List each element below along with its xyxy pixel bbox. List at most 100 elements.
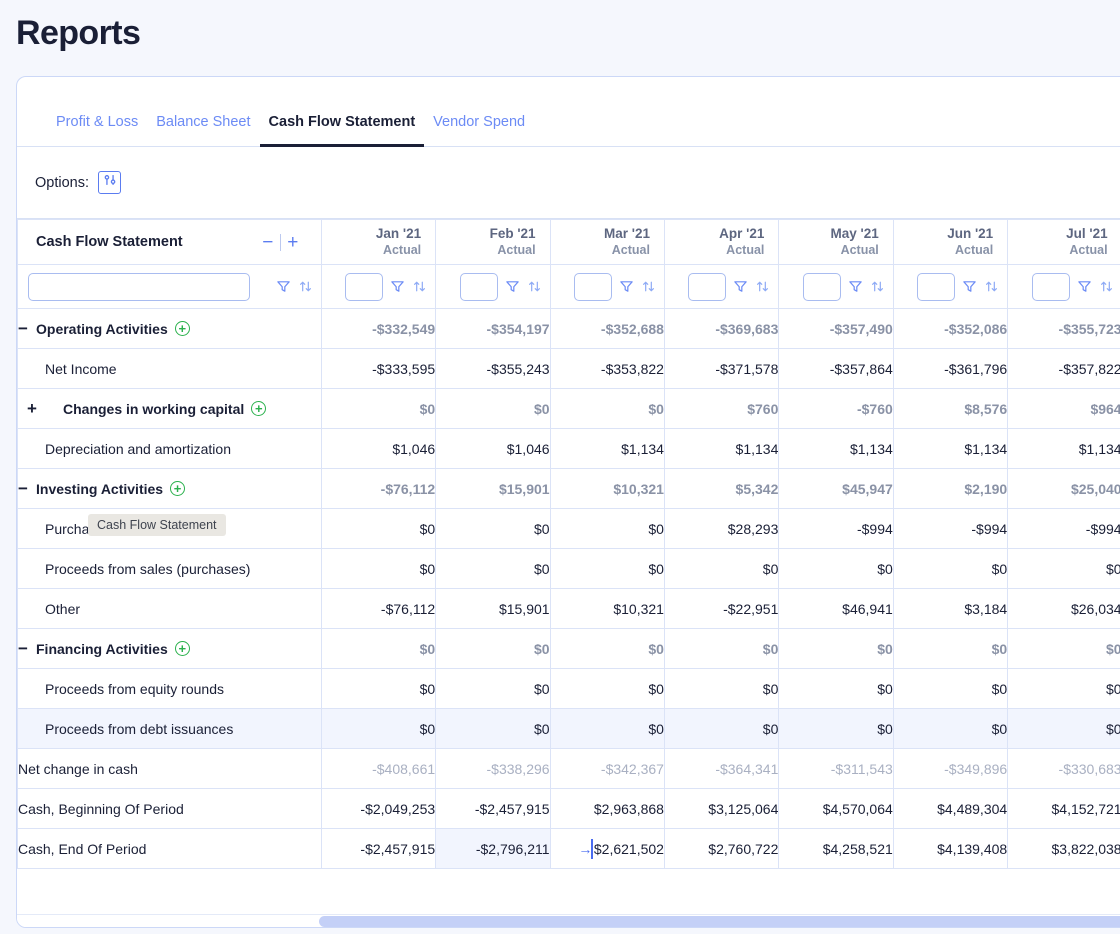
collapse-depth-button[interactable]: −	[256, 233, 280, 252]
row-label-cell[interactable]: Net change in cash	[18, 749, 322, 789]
value-cell[interactable]: $45,947	[779, 469, 893, 509]
value-cell[interactable]: $0	[550, 389, 664, 429]
value-cell[interactable]: -$76,112	[321, 589, 435, 629]
value-cell[interactable]: -$760	[779, 389, 893, 429]
value-cell[interactable]: $15,901	[436, 469, 550, 509]
search-input[interactable]	[28, 273, 250, 301]
value-cell[interactable]: $0	[1008, 669, 1120, 709]
scrollbar-thumb[interactable]	[319, 916, 1120, 927]
value-cell[interactable]: $25,040	[1008, 469, 1120, 509]
row-label-cell[interactable]: Depreciation and amortization	[18, 429, 322, 469]
value-cell[interactable]: -$2,457,915	[321, 829, 435, 869]
sort-updown-icon[interactable]	[298, 279, 313, 294]
value-cell[interactable]: $4,258,521	[779, 829, 893, 869]
value-cell[interactable]: $0	[893, 669, 1007, 709]
table-row[interactable]: +Changes in working capital$0$0$0$760-$7…	[18, 389, 1120, 429]
value-cell[interactable]: $2,760,722	[664, 829, 778, 869]
value-cell[interactable]: $3,822,038	[1008, 829, 1120, 869]
table-row[interactable]: −Financing Activities$0$0$0$0$0$0$0	[18, 629, 1120, 669]
sort-updown-icon[interactable]	[755, 279, 770, 294]
value-cell[interactable]: $760	[664, 389, 778, 429]
value-cell[interactable]: -$355,243	[436, 349, 550, 389]
tab-balance-sheet[interactable]: Balance Sheet	[147, 114, 259, 147]
value-cell[interactable]: $2,190	[893, 469, 1007, 509]
value-cell[interactable]: -$357,822	[1008, 349, 1120, 389]
funnel-filter-icon[interactable]	[390, 279, 405, 294]
value-cell[interactable]: $4,139,408	[893, 829, 1007, 869]
sort-updown-icon[interactable]	[870, 279, 885, 294]
table-row[interactable]: Net change in cash-$408,661-$338,296-$34…	[18, 749, 1120, 789]
table-row[interactable]: −Operating Activities-$332,549-$354,197-…	[18, 309, 1120, 349]
value-cell[interactable]: -$2,049,253	[321, 789, 435, 829]
column-filter-input[interactable]	[1032, 273, 1070, 301]
value-cell[interactable]: $3,125,064	[664, 789, 778, 829]
value-cell[interactable]: -$357,490	[779, 309, 893, 349]
add-row-icon[interactable]	[251, 401, 266, 416]
value-cell[interactable]: $1,134	[1008, 429, 1120, 469]
value-cell[interactable]: -$22,951	[664, 589, 778, 629]
value-cell[interactable]: $0	[1008, 709, 1120, 749]
value-cell[interactable]: $10,321	[550, 469, 664, 509]
value-cell[interactable]: $0	[550, 629, 664, 669]
header-cell-month[interactable]: May '21 Actual	[779, 220, 893, 265]
value-cell[interactable]: -$355,723	[1008, 309, 1120, 349]
value-cell[interactable]: -$311,543	[779, 749, 893, 789]
value-cell[interactable]: $1,134	[779, 429, 893, 469]
value-cell[interactable]: $8,576	[893, 389, 1007, 429]
value-cell[interactable]: $964	[1008, 389, 1120, 429]
value-cell[interactable]: $0	[1008, 629, 1120, 669]
add-row-icon[interactable]	[170, 481, 185, 496]
value-cell[interactable]: -$330,683	[1008, 749, 1120, 789]
value-cell[interactable]: $0	[664, 549, 778, 589]
row-label-cell[interactable]: Cash, End Of Period	[18, 829, 322, 869]
row-label-cell[interactable]: −Investing Activities	[18, 469, 322, 509]
funnel-filter-icon[interactable]	[962, 279, 977, 294]
row-label-cell[interactable]: Proceeds from debt issuances	[18, 709, 322, 749]
value-cell[interactable]: -$352,688	[550, 309, 664, 349]
value-cell[interactable]: -$371,578	[664, 349, 778, 389]
funnel-filter-icon[interactable]	[619, 279, 634, 294]
value-cell[interactable]: $26,034	[1008, 589, 1120, 629]
value-cell[interactable]: →$2,621,502	[550, 829, 664, 869]
expand-row-toggle[interactable]: +	[27, 400, 45, 417]
table-row[interactable]: Proceeds from equity rounds$0$0$0$0$0$0$…	[18, 669, 1120, 709]
value-cell[interactable]: $0	[321, 709, 435, 749]
column-filter-input[interactable]	[345, 273, 383, 301]
value-cell[interactable]: $4,489,304	[893, 789, 1007, 829]
value-cell[interactable]: $1,134	[550, 429, 664, 469]
value-cell[interactable]: $46,941	[779, 589, 893, 629]
value-cell[interactable]: $0	[321, 389, 435, 429]
funnel-filter-icon[interactable]	[848, 279, 863, 294]
value-cell[interactable]: $0	[436, 669, 550, 709]
value-cell[interactable]: $4,152,721	[1008, 789, 1120, 829]
value-cell[interactable]: $0	[321, 509, 435, 549]
value-cell[interactable]: $0	[779, 629, 893, 669]
value-cell[interactable]: -$357,864	[779, 349, 893, 389]
sort-updown-icon[interactable]	[984, 279, 999, 294]
value-cell[interactable]: $0	[664, 629, 778, 669]
value-cell[interactable]: $4,570,064	[779, 789, 893, 829]
value-cell[interactable]: -$361,796	[893, 349, 1007, 389]
table-row[interactable]: Proceeds from sales (purchases)$0$0$0$0$…	[18, 549, 1120, 589]
header-cell-month[interactable]: Feb '21 Actual	[436, 220, 550, 265]
funnel-filter-icon[interactable]	[733, 279, 748, 294]
value-cell[interactable]: -$354,197	[436, 309, 550, 349]
value-cell[interactable]: -$332,549	[321, 309, 435, 349]
value-cell[interactable]: $0	[436, 389, 550, 429]
value-cell[interactable]: $0	[321, 669, 435, 709]
value-cell[interactable]: -$353,822	[550, 349, 664, 389]
value-cell[interactable]: $0	[779, 709, 893, 749]
column-filter-input[interactable]	[803, 273, 841, 301]
value-cell[interactable]: -$369,683	[664, 309, 778, 349]
value-cell[interactable]: $2,963,868	[550, 789, 664, 829]
funnel-filter-icon[interactable]	[276, 279, 291, 294]
table-row[interactable]: Proceeds from debt issuances$0$0$0$0$0$0…	[18, 709, 1120, 749]
value-cell[interactable]: $0	[550, 709, 664, 749]
funnel-filter-icon[interactable]	[1077, 279, 1092, 294]
sort-updown-icon[interactable]	[527, 279, 542, 294]
sort-updown-icon[interactable]	[641, 279, 656, 294]
column-filter-input[interactable]	[574, 273, 612, 301]
value-cell[interactable]: $0	[550, 669, 664, 709]
table-row[interactable]: Other-$76,112$15,901$10,321-$22,951$46,9…	[18, 589, 1120, 629]
add-row-icon[interactable]	[175, 641, 190, 656]
